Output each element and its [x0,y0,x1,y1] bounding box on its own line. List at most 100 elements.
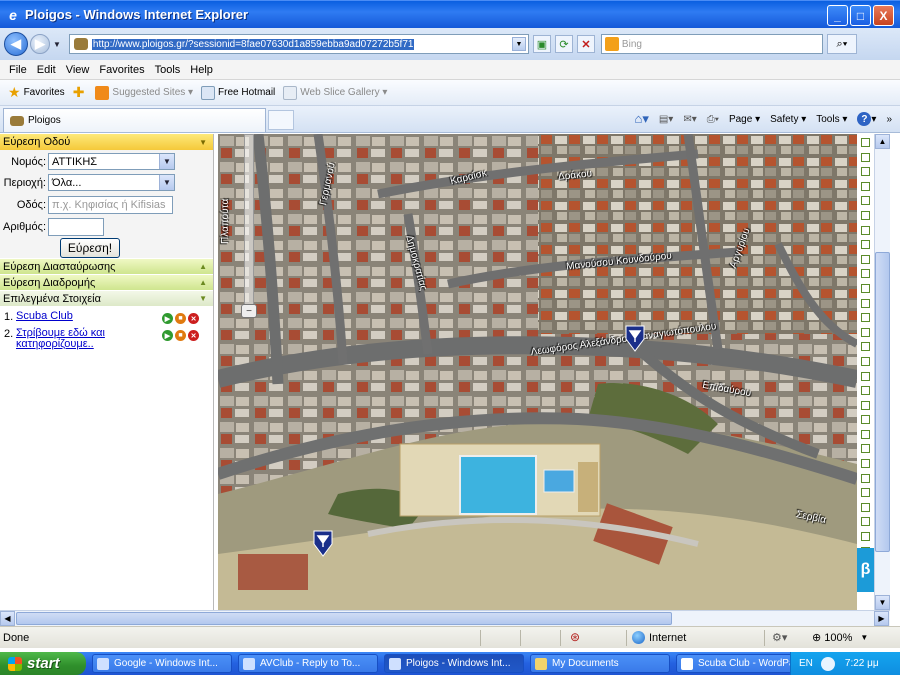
menu-view[interactable]: View [66,64,90,76]
section-route-header[interactable]: Εύρεση Διαδρομής ▲ [0,274,213,290]
layer-checkbox[interactable] [861,152,870,162]
recent-pages-dropdown[interactable]: ▼ [53,40,61,49]
layer-checkbox[interactable] [861,196,870,206]
layer-checkbox[interactable] [861,342,870,352]
address-url[interactable]: http://www.ploigos.gr/?sessionid=8fae076… [91,38,415,50]
layer-checkbox[interactable] [861,444,870,454]
scroll-up-icon[interactable]: ▲ [875,134,890,149]
security-zone[interactable]: Internet [632,631,686,644]
menu-edit[interactable]: Edit [37,64,56,76]
map-pin-turn-here[interactable] [624,324,646,352]
list-item-link[interactable]: Στρίβουμε εδώ και κατηφορίζουμε.. [16,328,156,350]
layer-checkbox[interactable] [861,225,870,235]
mail-icon[interactable]: ✉▾ [683,114,696,125]
layer-checkbox[interactable] [861,167,870,177]
layer-checkbox[interactable] [861,240,870,250]
help-menu[interactable]: ? ▾ [857,112,876,126]
page-menu[interactable]: Page ▾ [729,114,760,125]
layer-checkbox[interactable] [861,181,870,191]
web-slice-gallery-link[interactable]: Web Slice Gallery ▾ [283,85,387,100]
menu-tools[interactable]: Tools [155,64,181,76]
layer-checkbox[interactable] [861,138,870,147]
beta-tab[interactable]: β [857,548,874,592]
favorites-button[interactable]: ★ Favorites [8,84,65,101]
layer-checkbox[interactable] [861,313,870,323]
print-icon[interactable]: ⎙▾ [707,114,719,125]
tab-ploigos[interactable]: Ploigos [3,108,266,132]
more-commands[interactable]: » [886,114,892,125]
protected-mode-icon[interactable]: ⊛ [570,630,580,644]
search-button[interactable]: ⌕▾ [826,34,857,54]
number-input[interactable] [48,218,104,236]
delete-icon[interactable]: ✕ [188,330,199,341]
zoom-level-control[interactable]: ⊕ 100% ▼ [812,631,868,645]
layer-checkbox[interactable] [861,473,870,483]
menu-help[interactable]: Help [190,64,213,76]
vertical-scroll-thumb[interactable] [875,252,890,552]
feeds-icon[interactable]: ▤▾ [659,114,673,125]
forward-button[interactable]: ▶ [30,34,50,54]
stop-icon[interactable]: ✕ [576,35,595,53]
scroll-left-icon[interactable]: ◀ [0,611,15,626]
layer-checkbox[interactable] [861,459,870,469]
list-item-link[interactable]: Scuba Club [16,311,156,322]
add-favorite-button[interactable]: ✚ [73,84,88,101]
section-intersection-header[interactable]: Εύρεση Διασταύρωσης ▲ [0,258,213,274]
maximize-button[interactable]: □ [850,5,871,26]
layer-checkbox[interactable] [861,283,870,293]
layer-checkbox[interactable] [861,298,870,308]
layer-checkbox[interactable] [861,488,870,498]
layer-checkbox[interactable] [861,502,870,512]
layer-checkbox[interactable] [861,400,870,410]
layer-checkbox[interactable] [861,210,870,220]
layer-checkbox[interactable] [861,517,870,527]
zoom-slider[interactable] [244,134,254,314]
close-button[interactable]: X [873,5,894,26]
layer-checkbox[interactable] [861,327,870,337]
section-selected-header[interactable]: Επιλεγμένα Στοιχεία ▼ [0,290,213,306]
layer-checkbox[interactable] [861,254,870,264]
refresh-icon[interactable]: ⟳ [554,35,573,53]
street-input[interactable] [48,196,173,214]
horizontal-scrollbar[interactable]: ◀ ▶ [0,610,890,626]
center-icon[interactable]: ■ [175,330,186,341]
manage-addons-icon[interactable]: ⚙▾ [772,631,787,644]
new-tab-button[interactable] [268,110,294,130]
safety-menu[interactable]: Safety ▾ [770,114,806,125]
layer-checkbox[interactable] [861,356,870,366]
home-icon[interactable]: ⌂▾ [634,111,648,127]
start-button[interactable]: start [0,652,86,675]
find-button[interactable]: Εύρεση! [60,238,120,258]
taskbar-item-avclub[interactable]: AVClub - Reply to To... [238,654,378,673]
layer-checkbox[interactable] [861,371,870,381]
section-find-street-header[interactable]: Εύρεση Οδού ▼ [0,134,213,150]
horizontal-scroll-thumb[interactable] [16,612,672,625]
menu-favorites[interactable]: Favorites [99,64,144,76]
taskbar-item-my-documents[interactable]: My Documents [530,654,670,673]
scroll-right-icon[interactable]: ▶ [874,611,889,626]
address-bar[interactable]: http://www.ploigos.gr/?sessionid=8fae076… [68,34,529,54]
zoom-out-button[interactable]: − [241,304,257,318]
vertical-scrollbar[interactable]: ▲ ▼ [874,134,890,610]
center-icon[interactable]: ■ [175,313,186,324]
layer-checkbox[interactable] [861,429,870,439]
free-hotmail-link[interactable]: Free Hotmail [201,85,275,100]
prefecture-select[interactable]: ΑΤΤΙΚΗΣ ▼ [48,153,175,170]
area-select[interactable]: Όλα... ▼ [48,174,175,191]
scroll-down-icon[interactable]: ▼ [875,595,890,610]
minimize-button[interactable]: _ [827,5,848,26]
menu-file[interactable]: File [9,64,27,76]
satellite-map[interactable]: − Πλαπούτα Γερμανού Καραΐσκ Δράκου Δημοκ… [218,134,857,610]
go-icon[interactable]: ▶ [162,313,173,324]
tray-app-icon[interactable] [820,656,835,671]
taskbar-item-ploigos[interactable]: Ploigos - Windows Int... [384,654,524,673]
address-dropdown-icon[interactable]: ▼ [511,37,526,51]
delete-icon[interactable]: ✕ [188,313,199,324]
layer-checkbox[interactable] [861,415,870,425]
map-pin-scuba-club[interactable] [312,529,334,557]
language-indicator[interactable]: EN [799,658,813,669]
layer-checkbox[interactable] [861,269,870,279]
tools-menu[interactable]: Tools ▾ [816,114,847,125]
taskbar-item-google[interactable]: Google - Windows Int... [92,654,232,673]
go-icon[interactable]: ▶ [162,330,173,341]
